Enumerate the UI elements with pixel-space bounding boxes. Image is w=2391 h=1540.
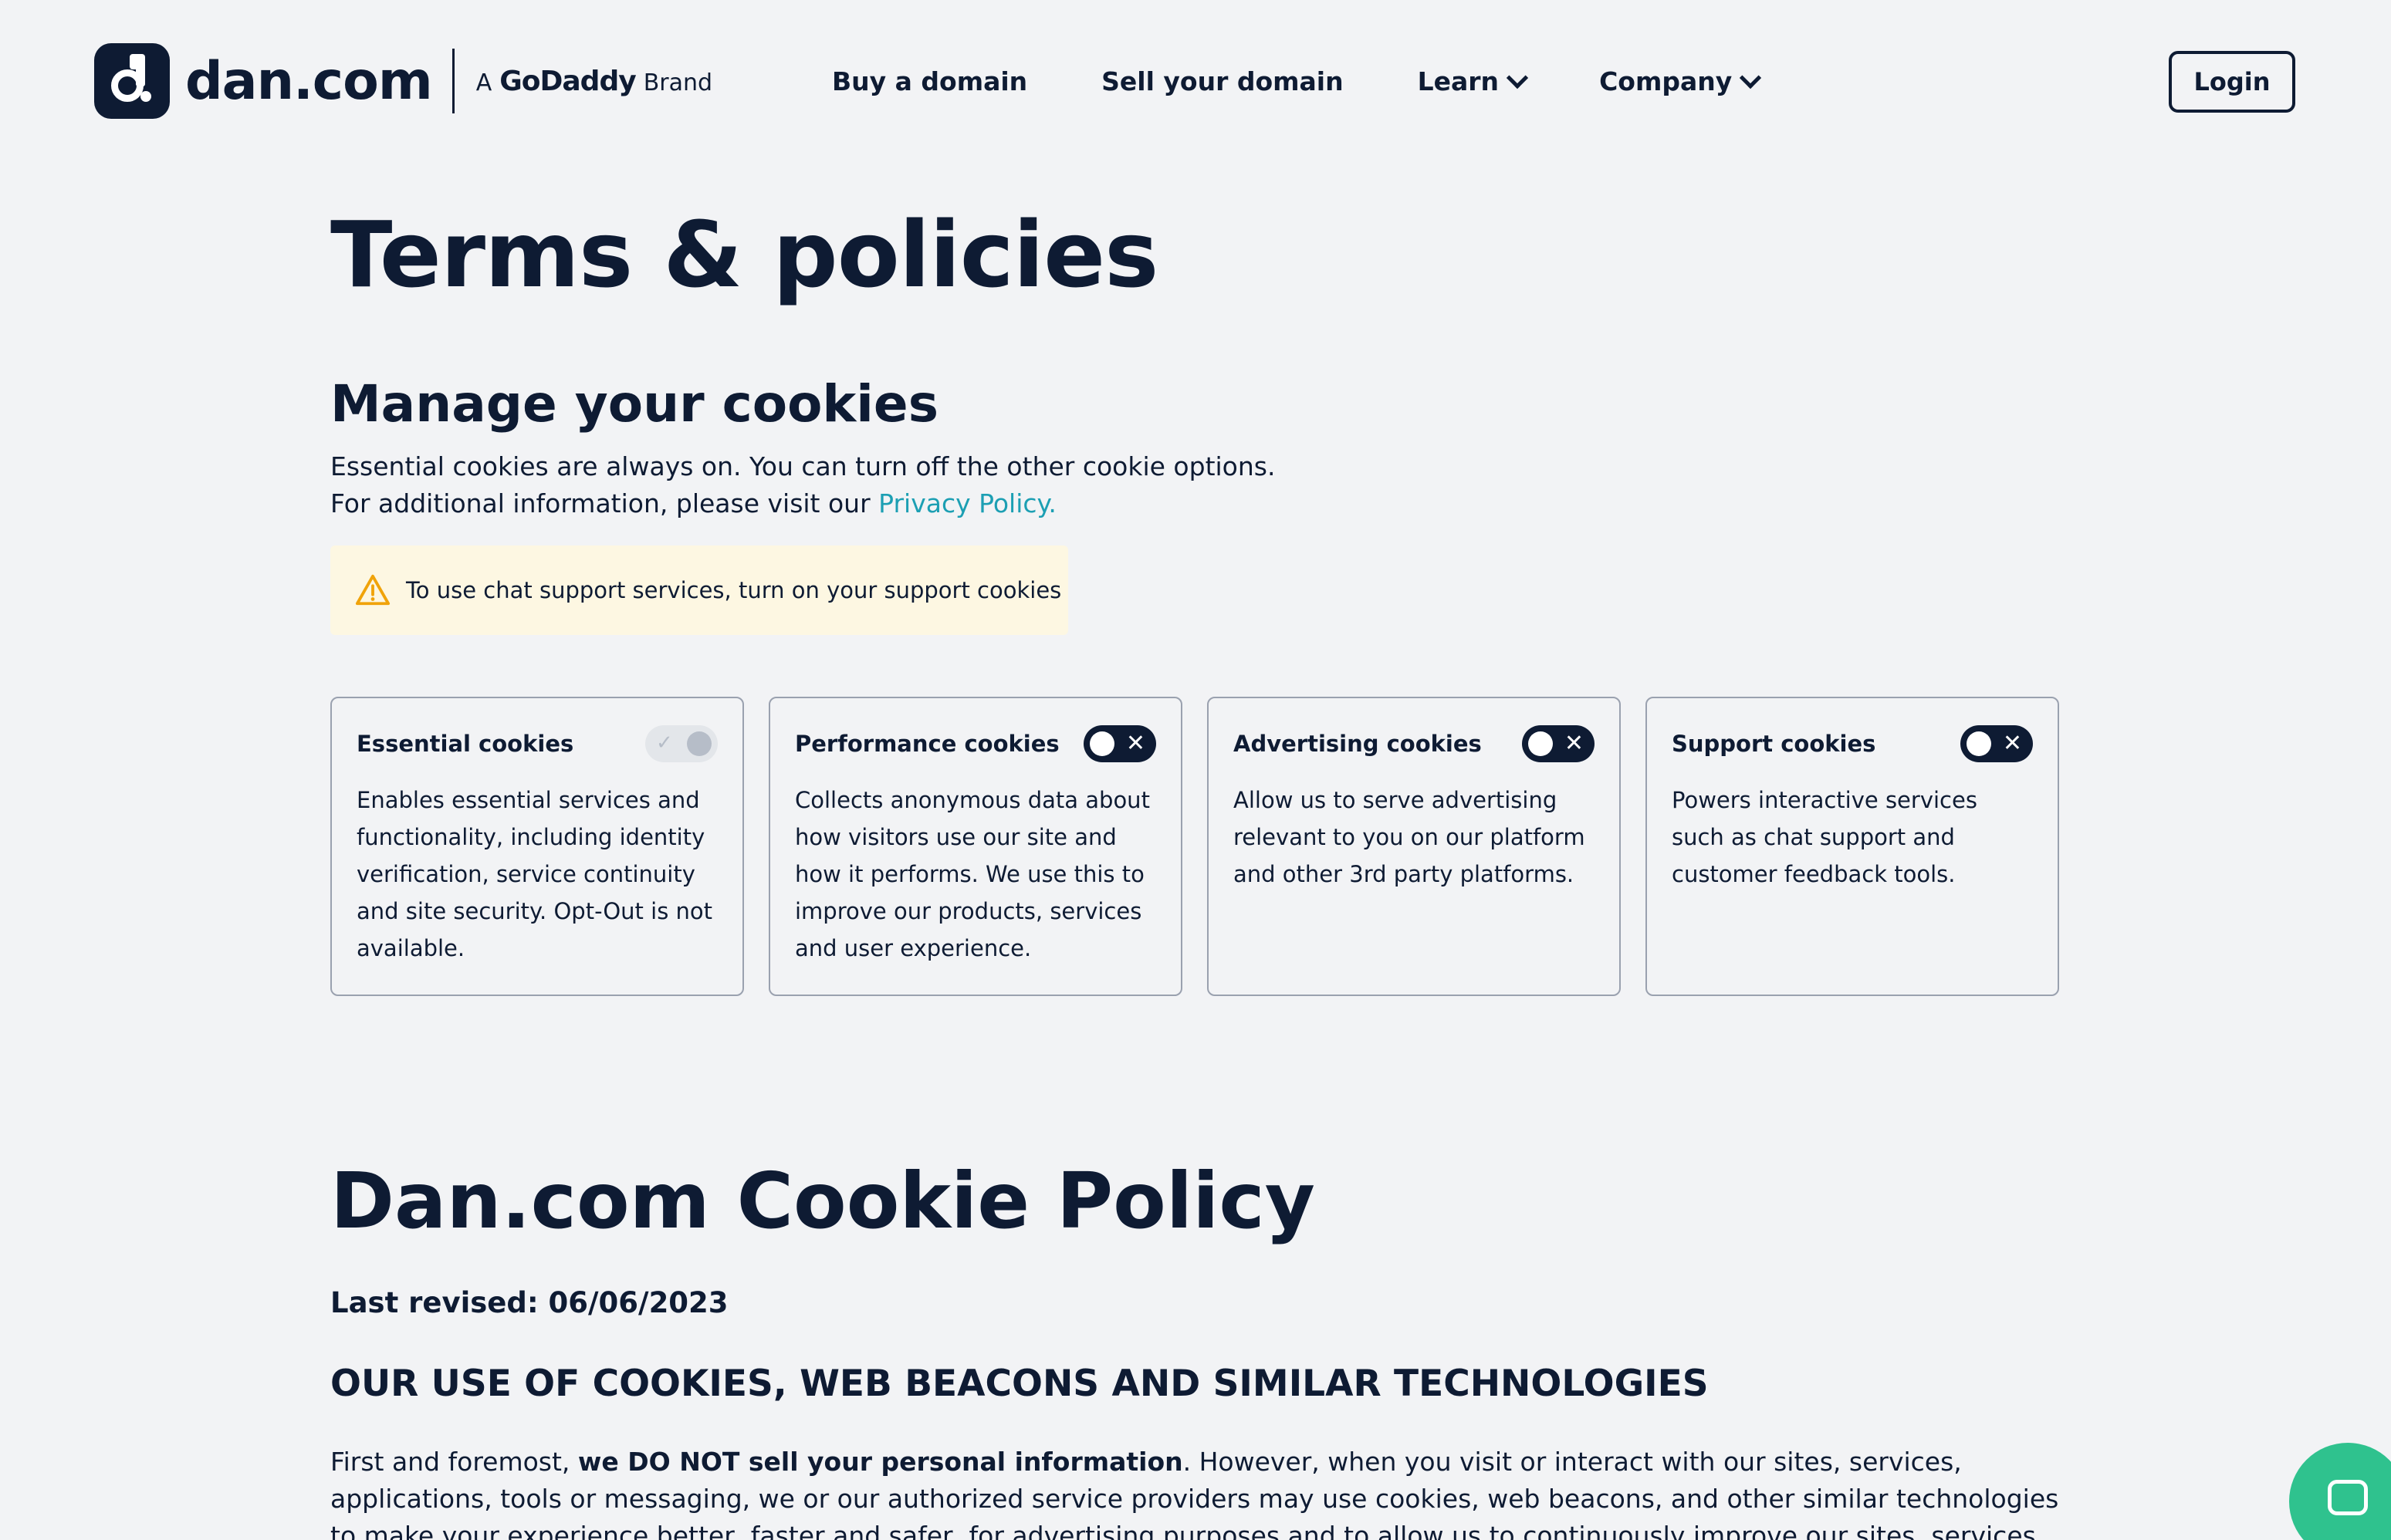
cookie-card-essential: Essential cookies ✓ Enables essential se…	[330, 697, 744, 997]
privacy-policy-link[interactable]: Privacy Policy.	[878, 488, 1057, 518]
cookie-card-performance: Performance cookies ✕ Collects anonymous…	[769, 697, 1182, 997]
policy-para-bold: we DO NOT sell your personal information	[577, 1447, 1183, 1478]
dan-logo-icon	[94, 43, 170, 119]
advertising-cookies-toggle[interactable]: ✕	[1522, 725, 1595, 763]
cookies-intro-line2: For additional information, please visit…	[330, 488, 879, 519]
card-title: Essential cookies	[357, 731, 574, 758]
nav-learn-label: Learn	[1417, 66, 1500, 96]
policy-para-prefix: First and foremost,	[330, 1447, 578, 1478]
policy-section-heading: OUR USE OF COOKIES, WEB BEACONS AND SIMI…	[330, 1363, 1709, 1406]
brand-suffix: Brand	[643, 69, 713, 96]
site-logo[interactable]: dan.com A GoDaddy Brand	[94, 43, 712, 119]
manage-cookies-heading: Manage your cookies	[330, 373, 938, 434]
brand-prefix: A	[475, 69, 492, 96]
card-title: Support cookies	[1672, 731, 1876, 758]
warning-triangle-icon	[355, 575, 391, 606]
page-title: Terms & policies	[330, 201, 1158, 308]
chevron-down-icon	[1506, 66, 1529, 89]
cookies-intro-line1: Essential cookies are always on. You can…	[330, 451, 1276, 482]
cookie-cards: Essential cookies ✓ Enables essential se…	[330, 697, 2059, 997]
alert-text: To use chat support services, turn on yo…	[406, 577, 1062, 604]
main-content: Terms & policies Manage your cookies Ess…	[330, 201, 2059, 1540]
close-icon: ✕	[1564, 730, 1584, 758]
logo-divider	[451, 49, 455, 113]
support-cookies-toggle[interactable]: ✕	[1960, 725, 2033, 763]
login-button[interactable]: Login	[2169, 51, 2295, 113]
main-nav: Buy a domain Sell your domain Learn Comp…	[832, 66, 1832, 96]
essential-cookies-toggle: ✓	[645, 725, 718, 763]
nav-company[interactable]: Company	[1599, 66, 1762, 96]
chat-bubble-icon	[2328, 1480, 2368, 1515]
nav-buy-domain[interactable]: Buy a domain	[832, 66, 1027, 96]
cookies-intro: Essential cookies are always on. You can…	[330, 448, 2059, 522]
page: dan.com A GoDaddy Brand Buy a domain Sel…	[0, 0, 2391, 1540]
nav-learn[interactable]: Learn	[1417, 66, 1529, 96]
card-title: Advertising cookies	[1233, 731, 1482, 758]
card-title: Performance cookies	[795, 731, 1060, 758]
performance-cookies-toggle[interactable]: ✕	[1084, 725, 1156, 763]
close-icon: ✕	[2002, 730, 2022, 758]
chat-support-button[interactable]	[2289, 1443, 2391, 1540]
check-icon: ✓	[656, 731, 673, 755]
godaddy-brand: A GoDaddy Brand	[476, 66, 712, 97]
nav-buy-domain-label: Buy a domain	[832, 66, 1028, 96]
logo-text: dan.com	[185, 50, 433, 112]
nav-sell-domain[interactable]: Sell your domain	[1101, 66, 1343, 96]
brand-name: GoDaddy	[499, 65, 636, 97]
card-description: Enables essential services and functiona…	[357, 787, 713, 962]
card-description: Allow us to serve advertising relevant t…	[1233, 787, 1585, 888]
cookie-card-support: Support cookies ✕ Powers interactive ser…	[1645, 697, 2059, 997]
chevron-down-icon	[1740, 66, 1762, 89]
card-description: Powers interactive services such as chat…	[1672, 787, 1977, 888]
cookie-policy-title: Dan.com Cookie Policy	[330, 1156, 1315, 1247]
nav-company-label: Company	[1599, 66, 1733, 96]
nav-sell-domain-label: Sell your domain	[1101, 66, 1344, 96]
close-icon: ✕	[1125, 730, 1145, 758]
last-revised: Last revised: 06/06/2023	[330, 1286, 729, 1320]
cookie-card-advertising: Advertising cookies ✕ Allow us to serve …	[1207, 697, 1621, 997]
policy-paragraph: First and foremost, we DO NOT sell your …	[330, 1444, 2059, 1540]
card-description: Collects anonymous data about how visito…	[795, 787, 1150, 962]
support-cookie-alert: To use chat support services, turn on yo…	[330, 545, 1068, 636]
site-header: dan.com A GoDaddy Brand Buy a domain Sel…	[0, 0, 2391, 170]
